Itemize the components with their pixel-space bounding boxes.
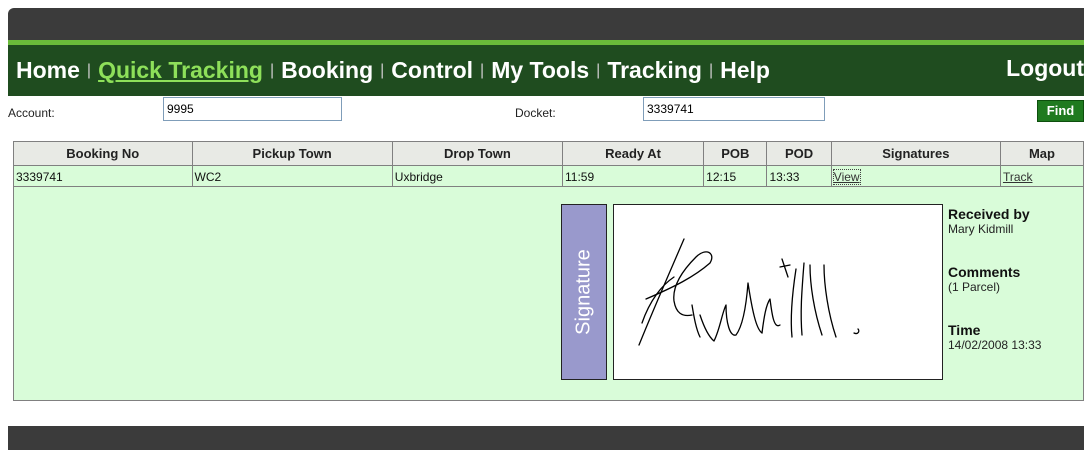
account-input[interactable] — [163, 97, 342, 121]
find-button[interactable]: Find — [1037, 100, 1084, 122]
received-by-section: Received by Mary Kidmill — [948, 206, 1030, 236]
col-header-pod: POD — [766, 141, 832, 166]
nav-home[interactable]: Home — [16, 57, 80, 84]
main-nav: Home | Quick Tracking | Booking | Contro… — [8, 40, 1084, 96]
top-bar — [8, 8, 1084, 40]
col-header-pickup-town: Pickup Town — [191, 141, 393, 166]
nav-separator: | — [269, 61, 275, 79]
cell-drop-town: Uxbridge — [391, 165, 564, 188]
cell-map: Track — [999, 165, 1084, 188]
nav-my-tools[interactable]: My Tools — [491, 57, 589, 84]
nav-separator: | — [380, 61, 385, 79]
comments-section: Comments (1 Parcel) — [948, 264, 1020, 294]
signature-detail-panel: Signature Received by Mary Kidmill Comme… — [13, 186, 1084, 401]
received-by-value: Mary Kidmill — [948, 222, 1014, 236]
signature-tab: Signature — [561, 204, 607, 380]
table-header-row: Booking No Pickup Town Drop Town Ready A… — [13, 141, 1084, 166]
logout-link[interactable]: Logout — [1006, 55, 1084, 82]
cell-ready-at: 11:59 — [561, 165, 705, 188]
col-header-ready-at: Ready At — [561, 141, 705, 166]
cell-pob: 12:15 — [703, 165, 768, 188]
nav-separator: | — [596, 61, 601, 79]
nav-separator: | — [708, 61, 714, 79]
nav-booking[interactable]: Booking — [281, 57, 373, 84]
received-by-label: Received by — [948, 206, 1030, 222]
comments-label: Comments — [948, 264, 1021, 280]
cell-signatures: View — [830, 165, 1001, 188]
signature-image — [613, 204, 943, 380]
col-header-map: Map — [999, 141, 1084, 166]
col-header-pob: POB — [703, 141, 768, 166]
nav-quick-tracking[interactable]: Quick Tracking — [98, 57, 263, 84]
signature-tab-label: Signature — [572, 249, 595, 335]
account-label: Account: — [8, 106, 55, 120]
time-section: Time 14/02/2008 13:33 — [948, 322, 1041, 352]
col-header-signatures: Signatures — [830, 141, 1001, 166]
cell-booking-no: 3339741 — [13, 165, 193, 188]
cell-pod: 13:33 — [766, 165, 832, 188]
footer-bar — [8, 426, 1084, 450]
nav-help[interactable]: Help — [720, 57, 770, 84]
nav-tracking[interactable]: Tracking — [607, 57, 702, 84]
nav-separator: | — [86, 61, 92, 79]
table-row: 3339741 WC2 Uxbridge 11:59 12:15 13:33 V… — [13, 165, 1084, 188]
handwritten-signature — [638, 238, 860, 346]
time-label: Time — [948, 322, 981, 338]
cell-pickup-town: WC2 — [191, 165, 393, 188]
results-table: Booking No Pickup Town Drop Town Ready A… — [13, 141, 1084, 188]
time-value: 14/02/2008 13:33 — [948, 338, 1042, 352]
docket-input[interactable] — [643, 97, 825, 121]
track-map-link[interactable]: Track — [1003, 170, 1033, 184]
col-header-booking-no: Booking No — [13, 141, 193, 166]
nav-control[interactable]: Control — [391, 57, 473, 84]
comments-value: (1 Parcel) — [948, 280, 1001, 294]
nav-separator: | — [480, 61, 485, 79]
col-header-drop-town: Drop Town — [391, 141, 564, 166]
app-window: Home | Quick Tracking | Booking | Contro… — [8, 8, 1084, 450]
view-signature-link[interactable]: View — [832, 168, 861, 185]
docket-label: Docket: — [515, 106, 556, 120]
